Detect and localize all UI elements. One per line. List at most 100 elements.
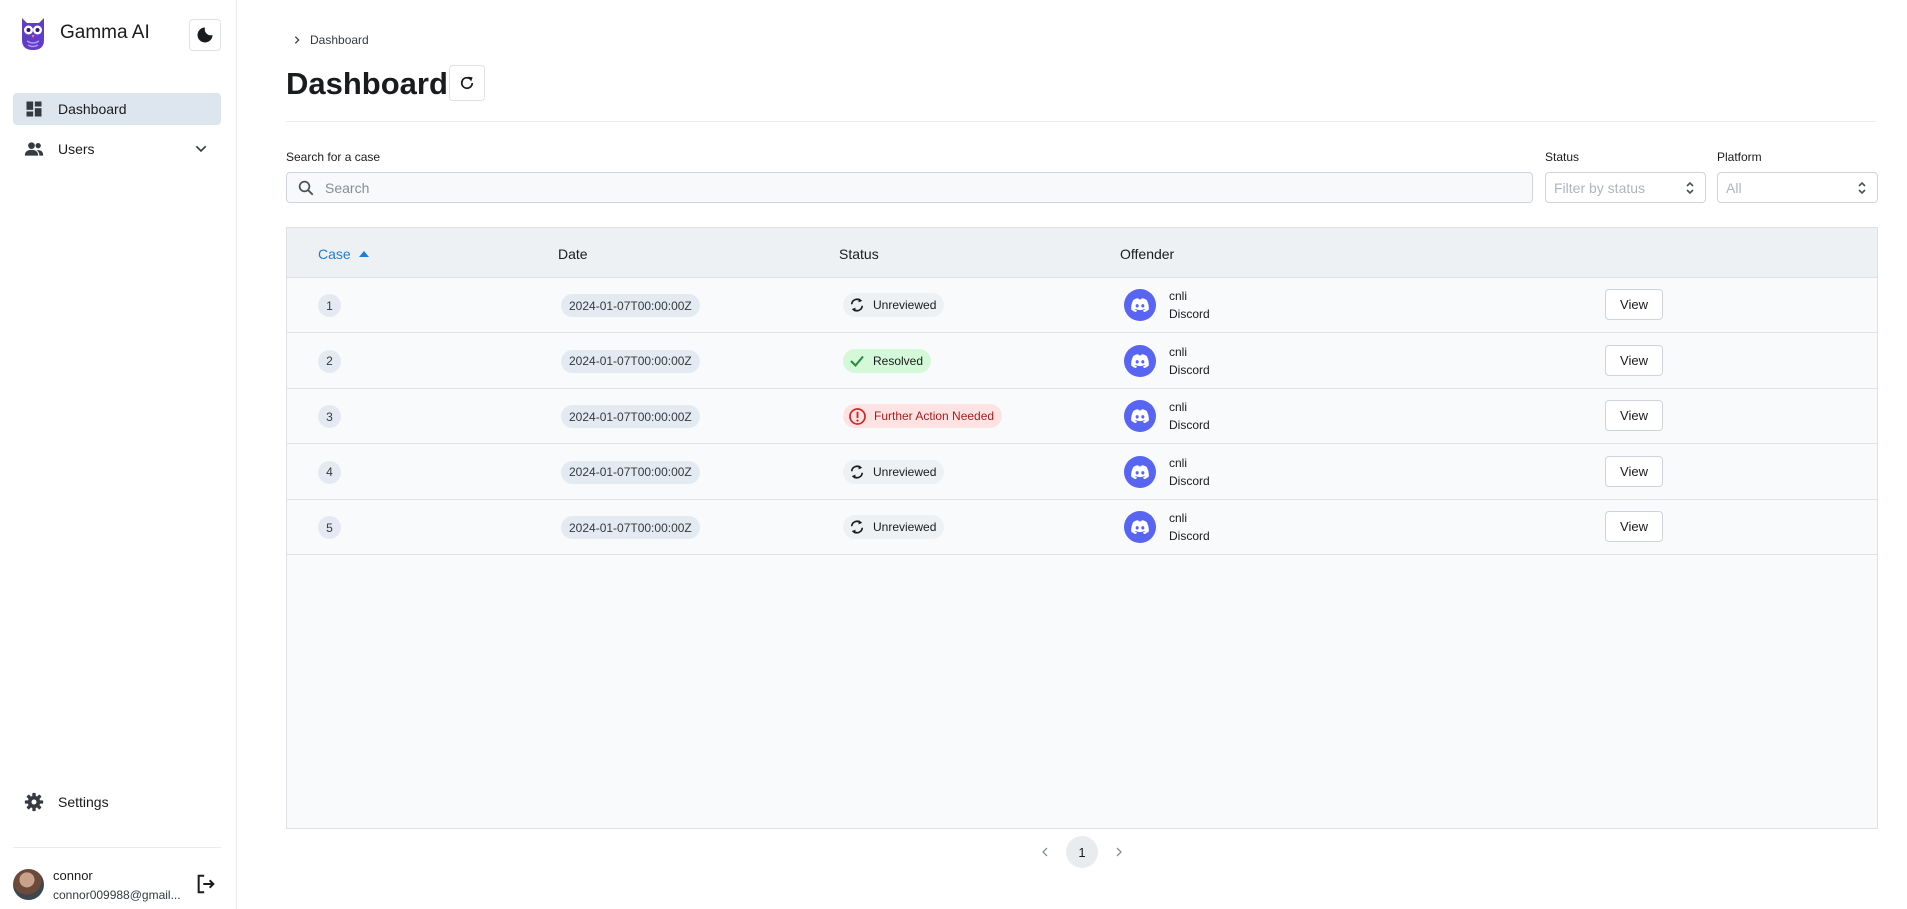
- status-label: Unreviewed: [873, 298, 937, 312]
- chevron-updown-icon: [1686, 181, 1694, 195]
- breadcrumb: Dashboard: [292, 33, 369, 47]
- platform-filter-select[interactable]: All: [1717, 172, 1878, 203]
- app-name: Gamma AI: [60, 22, 150, 43]
- search-field[interactable]: [286, 172, 1533, 203]
- discord-icon: [1124, 400, 1156, 432]
- date-badge: 2024-01-07T00:00:00Z: [561, 349, 700, 373]
- status-badge: Unreviewed: [843, 459, 945, 484]
- user-profile[interactable]: connor connor009988@gmail...: [13, 866, 221, 902]
- offender-platform: Discord: [1169, 529, 1210, 543]
- chevron-down-icon[interactable]: [193, 141, 209, 157]
- sidebar-item-dashboard[interactable]: Dashboard: [13, 93, 221, 125]
- dashboard-icon: [23, 98, 45, 120]
- case-number-badge: 1: [318, 294, 341, 317]
- check-icon: [850, 355, 864, 367]
- status-filter-label: Status: [1545, 150, 1580, 164]
- column-header-status[interactable]: Status: [839, 246, 879, 262]
- refresh-icon: [460, 76, 474, 90]
- status-label: Unreviewed: [873, 464, 937, 479]
- status-filter-select[interactable]: Filter by status: [1545, 172, 1706, 203]
- sync-icon: [850, 464, 864, 479]
- offender-name: cnli: [1169, 400, 1188, 414]
- chevron-right-icon: [294, 36, 300, 44]
- sidebar-item-settings[interactable]: Settings: [13, 786, 221, 818]
- search-input[interactable]: [325, 179, 1505, 196]
- sync-icon: [850, 298, 864, 312]
- platform-filter-label: Platform: [1717, 150, 1762, 164]
- status-label: Unreviewed: [873, 520, 937, 534]
- offender-platform: Discord: [1169, 362, 1210, 377]
- case-number-badge: 5: [318, 516, 341, 539]
- status-badge: Unreviewed: [843, 293, 945, 317]
- user-email: connor009988@gmail...: [53, 888, 181, 902]
- sidebar-divider: [13, 847, 221, 848]
- users-icon: [23, 138, 45, 160]
- alert-circle-icon: [849, 407, 866, 425]
- next-page-button[interactable]: [1104, 837, 1134, 867]
- refresh-button[interactable]: [449, 65, 485, 101]
- view-button[interactable]: View: [1605, 455, 1663, 487]
- discord-icon: [1124, 511, 1156, 543]
- platform-filter-value: All: [1726, 179, 1742, 196]
- table-header: Case Date Status Offender: [287, 228, 1877, 278]
- view-button[interactable]: View: [1605, 344, 1663, 376]
- chevron-left-icon: [1042, 847, 1048, 857]
- owl-logo-icon: [22, 18, 44, 50]
- cases-table: Case Date Status Offender 1 2024-01-07T0…: [286, 227, 1878, 829]
- status-badge: Further Action Needed: [843, 404, 1003, 428]
- case-number-badge: 4: [318, 460, 341, 484]
- search-label: Search for a case: [286, 150, 381, 164]
- sidebar-item-users[interactable]: Users: [13, 133, 221, 165]
- table-row: 3 2024-01-07T00:00:00Z Further Action Ne…: [287, 389, 1877, 444]
- user-name: connor: [53, 868, 93, 883]
- date-badge: 2024-01-07T00:00:00Z: [561, 516, 700, 539]
- offender-name: cnli: [1169, 344, 1188, 359]
- column-header-date[interactable]: Date: [558, 246, 588, 262]
- view-button[interactable]: View: [1605, 289, 1663, 320]
- sync-icon: [850, 520, 864, 534]
- offender-platform: Discord: [1169, 473, 1210, 488]
- table-row: 5 2024-01-07T00:00:00Z Unreviewed cnli D…: [287, 500, 1877, 555]
- gear-icon: [23, 791, 45, 813]
- previous-page-button[interactable]: [1030, 837, 1060, 867]
- brand[interactable]: Gamma AI: [18, 14, 150, 52]
- date-badge: 2024-01-07T00:00:00Z: [561, 460, 700, 484]
- sort-ascending-icon: [358, 251, 369, 257]
- status-badge: Unreviewed: [843, 515, 945, 539]
- offender-platform: Discord: [1169, 418, 1210, 432]
- sidebar-item-label: Dashboard: [58, 101, 127, 117]
- discord-icon: [1124, 289, 1156, 321]
- page-number-button[interactable]: 1: [1066, 836, 1098, 868]
- moon-icon: [197, 27, 213, 43]
- offender-platform: Discord: [1169, 307, 1210, 321]
- column-header-case[interactable]: Case: [318, 246, 369, 262]
- sidebar-item-label: Users: [58, 141, 95, 157]
- date-badge: 2024-01-07T00:00:00Z: [561, 294, 700, 317]
- status-filter-placeholder: Filter by status: [1554, 179, 1646, 196]
- column-header-offender[interactable]: Offender: [1120, 246, 1174, 262]
- sidebar-item-label: Settings: [58, 794, 109, 810]
- sidebar: Gamma AI Dashboard Users Settings connor…: [0, 0, 237, 909]
- case-number-badge: 2: [318, 349, 341, 373]
- pagination: 1: [1030, 836, 1134, 868]
- offender-name: cnli: [1169, 455, 1188, 470]
- view-button[interactable]: View: [1605, 511, 1663, 542]
- offender-name: cnli: [1169, 289, 1188, 303]
- logout-icon[interactable]: [195, 873, 217, 895]
- title-divider: [286, 121, 1876, 122]
- page-title: Dashboard: [286, 66, 448, 101]
- chevron-updown-icon: [1858, 181, 1866, 195]
- status-label: Further Action Needed: [874, 409, 995, 423]
- breadcrumb-item-dashboard[interactable]: Dashboard: [310, 33, 369, 47]
- table-row: 4 2024-01-07T00:00:00Z Unreviewed cnli D…: [287, 444, 1877, 500]
- case-number-badge: 3: [318, 405, 341, 428]
- chevron-right-icon: [1116, 847, 1122, 857]
- table-row: 1 2024-01-07T00:00:00Z Unreviewed cnli D…: [287, 278, 1877, 333]
- avatar: [13, 869, 44, 900]
- status-label: Resolved: [873, 353, 924, 368]
- search-icon: [298, 180, 314, 195]
- view-button[interactable]: View: [1605, 400, 1663, 431]
- theme-toggle-button[interactable]: [189, 19, 221, 51]
- discord-icon: [1124, 455, 1156, 488]
- offender-name: cnli: [1169, 511, 1188, 525]
